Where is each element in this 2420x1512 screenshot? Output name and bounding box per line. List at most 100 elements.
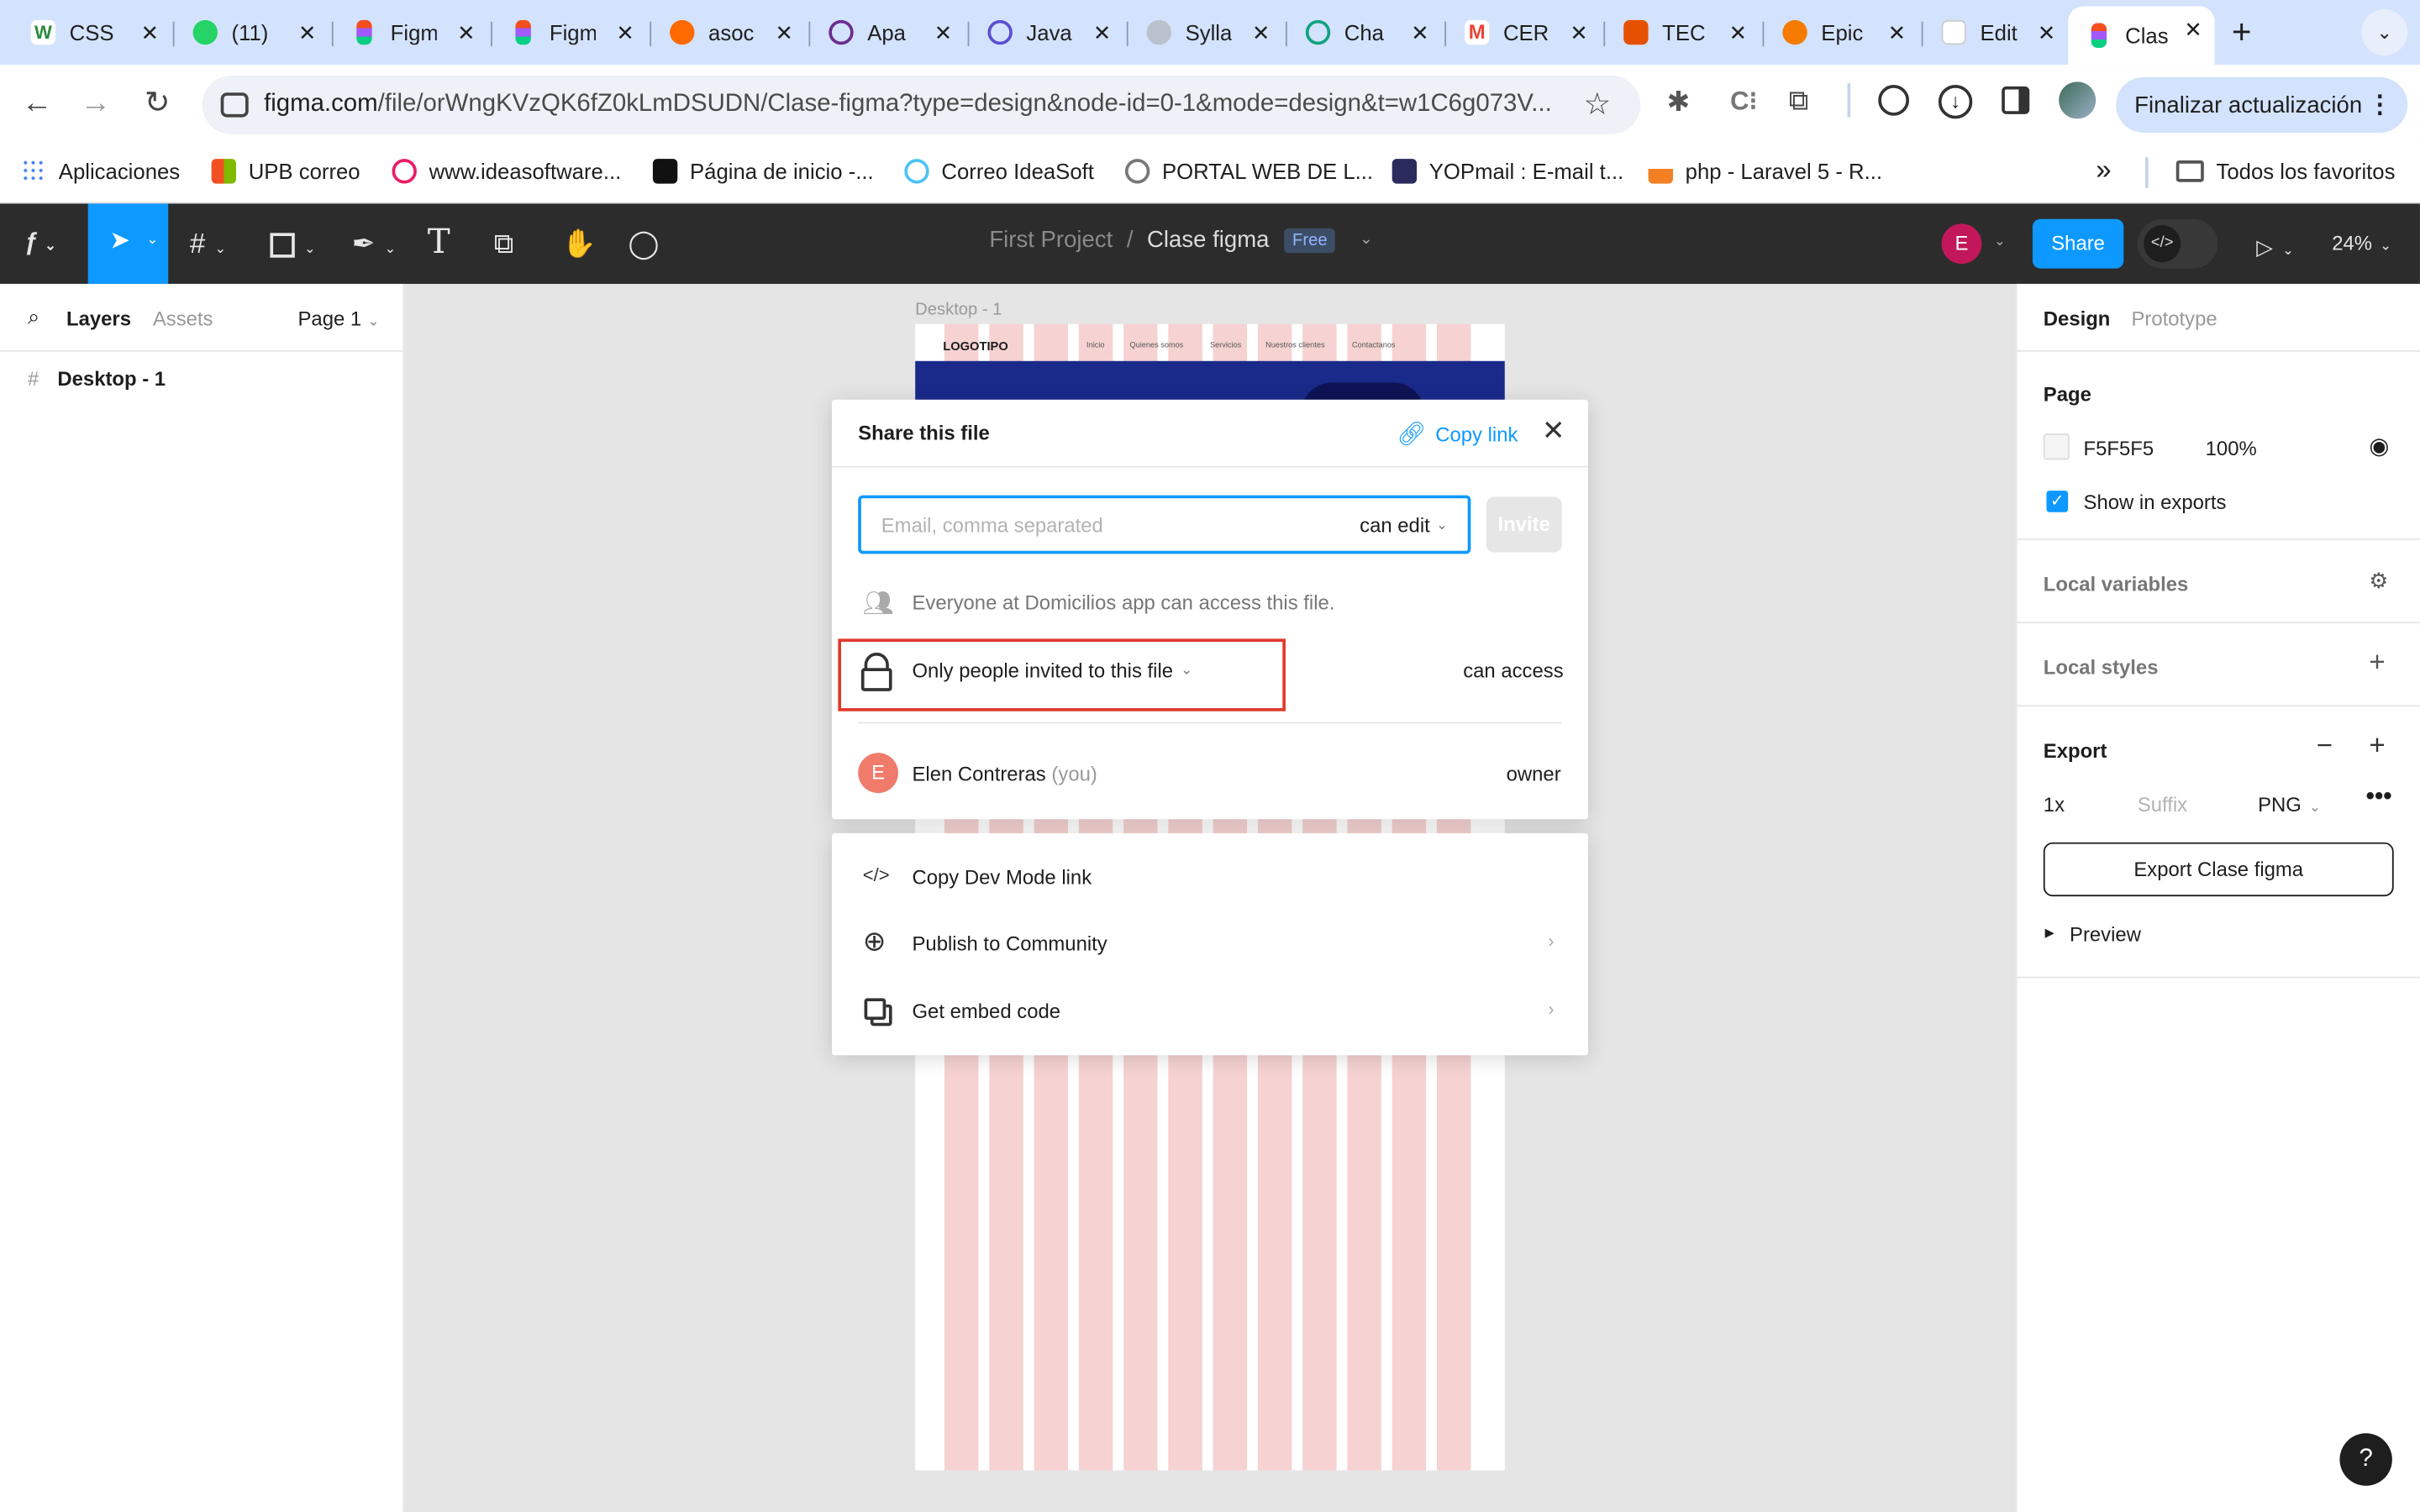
browser-tab[interactable]: Apa ✕: [810, 9, 965, 55]
export-format-select[interactable]: PNG ⌄: [2258, 793, 2321, 816]
project-name[interactable]: First Project: [989, 227, 1113, 253]
export-suffix-input[interactable]: Suffix: [2138, 793, 2187, 816]
file-name[interactable]: Clase figma: [1147, 227, 1269, 253]
help-button[interactable]: ?: [2339, 1433, 2392, 1486]
close-icon[interactable]: ✕: [1252, 20, 1270, 45]
tab-prototype[interactable]: Prototype: [2131, 307, 2217, 331]
browser-tab[interactable]: Cha ✕: [1287, 9, 1442, 55]
bookmark-item[interactable]: PORTAL WEB DE L...: [1124, 159, 1373, 184]
close-icon[interactable]: ✕: [298, 20, 317, 45]
copy-link-button[interactable]: 🔗︎ Copy link: [1397, 420, 1518, 447]
publish-to-community-item[interactable]: ⊕ Publish to Community ›: [832, 911, 1588, 975]
close-icon[interactable]: ✕: [616, 20, 634, 45]
export-button[interactable]: Export Clase figma: [2043, 842, 2394, 897]
text-tool-icon[interactable]: T: [428, 224, 450, 262]
browser-tab[interactable]: Edit ✕: [1923, 9, 2069, 55]
bookmark-item[interactable]: Aplicaciones: [21, 159, 180, 184]
more-horizontal-icon[interactable]: •••: [2366, 784, 2392, 811]
browser-tab[interactable]: Epic ✕: [1764, 9, 1918, 55]
show-in-exports-checkbox[interactable]: ✓: [2046, 491, 2069, 512]
browser-tab[interactable]: asoc ✕: [651, 9, 806, 55]
all-bookmarks-item[interactable]: Todos los favoritos: [2175, 159, 2395, 184]
more-bookmarks-icon[interactable]: »: [2096, 155, 2111, 187]
local-variables-label[interactable]: Local variables: [2044, 572, 2189, 596]
back-icon[interactable]: ←: [17, 83, 57, 123]
permission-dropdown[interactable]: can edit ⌄: [1360, 514, 1448, 538]
variables-settings-icon[interactable]: ⚙: [2369, 568, 2388, 594]
resources-icon[interactable]: ⧉: [494, 225, 514, 262]
close-icon[interactable]: ✕: [141, 20, 160, 45]
export-scale-value[interactable]: 1x: [2044, 793, 2065, 816]
close-icon[interactable]: ✕: [1570, 20, 1588, 45]
close-icon[interactable]: ✕: [1411, 20, 1429, 45]
close-icon[interactable]: ✕: [457, 20, 476, 45]
bookmark-item[interactable]: www.ideasoftware...: [392, 159, 621, 184]
close-icon[interactable]: ✕: [2038, 20, 2056, 45]
zoom-level[interactable]: 24% ⌄: [2332, 232, 2391, 255]
bookmark-item[interactable]: YOPmail : E-mail t...: [1392, 159, 1623, 184]
browser-tab[interactable]: Sylla ✕: [1128, 9, 1283, 55]
comment-tool-icon[interactable]: ◯: [629, 225, 660, 262]
add-style-icon[interactable]: +: [2369, 647, 2385, 680]
pen-tool-icon[interactable]: ✒ ⌄: [352, 225, 397, 267]
close-icon[interactable]: ✕: [2184, 17, 2202, 41]
tab-layers[interactable]: Layers: [66, 307, 131, 331]
rectangle-tool-icon[interactable]: ⌄: [270, 225, 316, 267]
browser-tab[interactable]: Java ✕: [969, 9, 1123, 55]
close-icon[interactable]: ✕: [1888, 20, 1907, 45]
email-input-placeholder[interactable]: Email, comma separated: [881, 514, 1103, 538]
eye-icon[interactable]: ◉: [2369, 432, 2389, 459]
add-export-icon[interactable]: +: [2369, 730, 2385, 763]
browser-tab[interactable]: W CSS ✕: [13, 9, 171, 55]
tab-assets[interactable]: Assets: [153, 307, 213, 331]
browser-tab[interactable]: Figm ✕: [492, 9, 647, 55]
bookmark-star-icon[interactable]: ☆: [1583, 85, 1611, 123]
access-scope-dropdown[interactable]: Only people invited to this file ⌄: [912, 659, 1192, 682]
close-icon[interactable]: ✕: [1093, 20, 1112, 45]
chevron-down-icon[interactable]: ⌄: [1994, 233, 2006, 249]
bookmark-item[interactable]: Correo IdeaSoft: [904, 159, 1094, 184]
browser-tab[interactable]: Figm ✕: [334, 9, 488, 55]
page-color-value[interactable]: F5F5F5: [2084, 437, 2154, 460]
frame-label[interactable]: Desktop - 1: [915, 301, 1002, 319]
page-color-swatch[interactable]: [2043, 433, 2070, 460]
browser-tab[interactable]: TEC ✕: [1605, 9, 1760, 55]
reload-icon[interactable]: ↻: [137, 83, 177, 123]
invite-email-field[interactable]: Email, comma separated can edit ⌄: [858, 495, 1471, 554]
bookmark-item[interactable]: Página de inicio -...: [652, 159, 874, 184]
frame-tool-icon[interactable]: # ⌄: [190, 225, 226, 267]
remove-export-icon[interactable]: −: [2317, 730, 2333, 763]
user-avatar[interactable]: E: [1941, 223, 1982, 265]
page-opacity-value[interactable]: 100%: [2206, 437, 2257, 460]
site-info-icon[interactable]: [220, 92, 249, 118]
hand-tool-icon[interactable]: ✋: [562, 225, 597, 262]
chevron-down-icon[interactable]: ⌄: [1360, 232, 1372, 249]
invite-button[interactable]: Invite: [1486, 496, 1562, 553]
update-browser-button[interactable]: Finalizar actualización ⋮: [2116, 76, 2408, 133]
close-icon[interactable]: ✕: [1729, 20, 1748, 45]
download-icon[interactable]: ↓: [1938, 85, 1973, 119]
preview-toggle[interactable]: Preview: [2070, 922, 2141, 946]
tab-search-icon[interactable]: ⌄: [2361, 9, 2408, 56]
close-icon[interactable]: ✕: [934, 20, 953, 45]
get-embed-code-item[interactable]: Get embed code ›: [832, 978, 1588, 1042]
new-tab-icon[interactable]: +: [2232, 13, 2252, 53]
bookmark-item[interactable]: UPB correo: [211, 159, 360, 184]
browser-tab[interactable]: (11) ✕: [175, 9, 329, 55]
sync-extension-icon[interactable]: [1878, 85, 1909, 116]
present-play-icon[interactable]: ▷ ⌄: [2256, 228, 2294, 269]
close-icon[interactable]: ✕: [776, 20, 794, 45]
search-icon[interactable]: ⌕: [28, 304, 39, 330]
tab-design[interactable]: Design: [2044, 307, 2111, 331]
css-extension-icon[interactable]: C⁝: [1730, 87, 1757, 118]
close-icon[interactable]: ✕: [1542, 415, 1565, 448]
copy-dev-mode-link-item[interactable]: </> Copy Dev Mode link: [832, 844, 1588, 909]
more-vert-icon[interactable]: ⋮: [2367, 90, 2391, 121]
profile-avatar[interactable]: [2059, 81, 2096, 119]
caret-right-icon[interactable]: ▶: [2045, 926, 2054, 940]
browser-tab-active[interactable]: Clas ✕: [2068, 6, 2215, 66]
bug-extension-icon[interactable]: ✱: [1667, 87, 1691, 119]
share-button[interactable]: Share: [2032, 218, 2124, 269]
layer-item[interactable]: # Desktop - 1: [28, 367, 166, 391]
figma-menu-icon[interactable]: ƒ ⌄: [24, 225, 56, 264]
